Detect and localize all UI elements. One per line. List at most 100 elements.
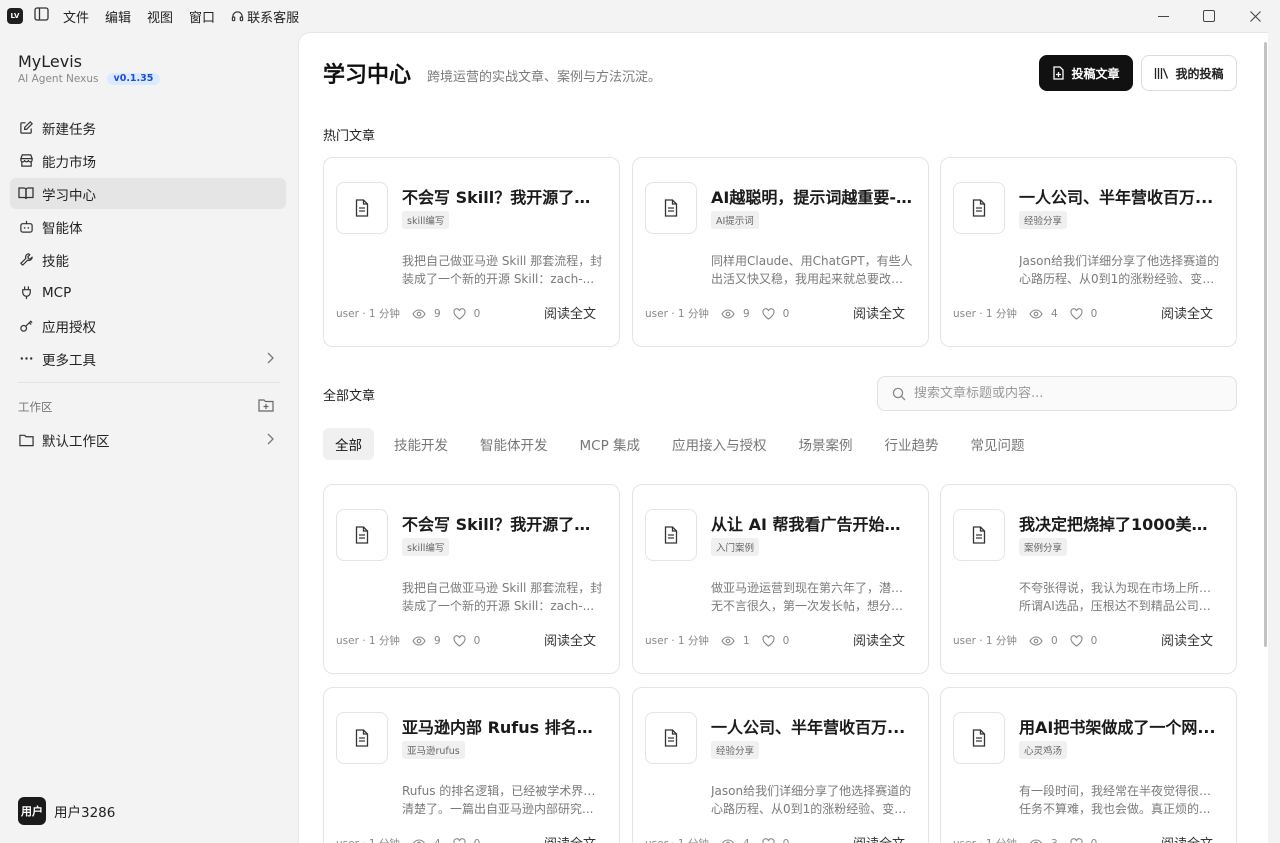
page-title: 学习中心 bbox=[323, 63, 412, 88]
article-excerpt: 有一段时间，我经常在半夜觉得很烦。 任务不算难，我也会做。真正烦的... bbox=[1019, 782, 1221, 818]
article-card[interactable]: 从让 AI 帮我看广告开始，... 入门案例 做亚马逊运营到现在第六年了，潜水知 无不… bbox=[632, 484, 929, 674]
heart-icon bbox=[453, 837, 470, 843]
read-more-link[interactable]: 阅读全文 bbox=[1161, 833, 1213, 843]
tab-all[interactable]: 全部 bbox=[323, 428, 374, 460]
article-meta: user · 1 分钟 9 0 bbox=[645, 306, 789, 321]
tab-mcp[interactable]: MCP 集成 bbox=[568, 428, 653, 460]
sidebar-item-mcp[interactable]: MCP bbox=[10, 277, 286, 308]
user-profile[interactable]: 用户 用户3286 bbox=[18, 797, 115, 825]
support-label: 联系客服 bbox=[247, 10, 300, 26]
support-menu[interactable]: 联系客服 bbox=[231, 7, 299, 26]
sidebar-item-new-task[interactable]: 新建任务 bbox=[10, 112, 286, 143]
article-title: 不会写 Skill？我开源了一个... bbox=[402, 188, 604, 207]
article-title: 我决定把烧掉了1000美金... bbox=[1019, 515, 1221, 534]
tab-skill-dev[interactable]: 技能开发 bbox=[382, 428, 460, 460]
maximize-button[interactable] bbox=[1186, 0, 1232, 32]
close-icon bbox=[1249, 10, 1261, 22]
sidebar-item-learning[interactable]: 学习中心 bbox=[10, 178, 286, 209]
workspace-item-default[interactable]: 默认工作区 bbox=[10, 424, 286, 455]
article-search[interactable] bbox=[877, 376, 1237, 411]
article-author: user · 1 分钟 bbox=[645, 635, 709, 647]
sidebar-item-market[interactable]: 能力市场 bbox=[10, 145, 286, 176]
like-count: 0 bbox=[782, 307, 790, 320]
article-card[interactable]: 一人公司、半年营收百万... 经验分享 Jason给我们详细分享了他选择赛道的 心路历… bbox=[632, 687, 929, 843]
sidebar-item-agents[interactable]: 智能体 bbox=[10, 211, 286, 242]
menu-edit[interactable]: 编辑 bbox=[105, 7, 131, 26]
article-excerpt: 不夸张得说，我认为现在市场上所有的 所谓AI选品，压根达不到精品公司的... bbox=[1019, 579, 1221, 615]
read-more-link[interactable]: 阅读全文 bbox=[1161, 630, 1213, 649]
main-content: 学习中心 跨境运营的实战文章、案例与方法沉淀。 投稿文章 我的投稿 热门文章 不… bbox=[298, 32, 1268, 843]
heart-icon bbox=[762, 307, 779, 320]
document-icon bbox=[645, 509, 697, 561]
sidebar-toggle-icon[interactable] bbox=[33, 7, 49, 25]
article-excerpt: 我把自己做亚马逊 Skill 那套流程，封 装成了一个新的开源 Skill：zac… bbox=[402, 579, 604, 615]
read-more-link[interactable]: 阅读全文 bbox=[1161, 303, 1213, 322]
excerpt-line: 做亚马逊运营到现在第六年了，潜水知 bbox=[711, 581, 913, 595]
eye-icon bbox=[721, 308, 739, 319]
read-more-link[interactable]: 阅读全文 bbox=[544, 303, 596, 322]
read-more-link[interactable]: 阅读全文 bbox=[853, 833, 905, 843]
read-more-link[interactable]: 阅读全文 bbox=[544, 833, 596, 843]
view-count: 0 bbox=[1050, 634, 1058, 647]
view-count: 1 bbox=[742, 634, 750, 647]
minimize-button[interactable] bbox=[1140, 0, 1186, 32]
minimize-icon bbox=[1157, 15, 1169, 17]
eye-icon bbox=[412, 635, 430, 646]
tab-cases[interactable]: 场景案例 bbox=[787, 428, 865, 460]
menu-file[interactable]: 文件 bbox=[63, 7, 89, 26]
article-card[interactable]: 我决定把烧掉了1000美金... 案例分享 不夸张得说，我认为现在市场上所有的 所谓A… bbox=[940, 484, 1237, 674]
view-count: 4 bbox=[743, 838, 750, 843]
sidebar-item-label: 应用授权 bbox=[42, 319, 96, 336]
scrollbar-thumb[interactable] bbox=[1264, 42, 1267, 647]
scrollbar-track[interactable] bbox=[1268, 32, 1280, 843]
read-more-link[interactable]: 阅读全文 bbox=[544, 630, 596, 649]
article-tag: 亚马逊rufus bbox=[402, 741, 465, 759]
article-tag: skill编写 bbox=[402, 538, 450, 556]
eye-icon bbox=[721, 838, 739, 843]
heart-icon bbox=[762, 837, 779, 843]
likes: 0 bbox=[1070, 838, 1098, 843]
page-subtitle: 跨境运营的实战文章、案例与方法沉淀。 bbox=[427, 70, 662, 85]
edit-icon bbox=[18, 120, 34, 136]
tab-agent-dev[interactable]: 智能体开发 bbox=[468, 428, 560, 460]
article-card[interactable]: 亚马逊内部 Rufus 排名机... 亚马逊rufus Rufus 的排名逻辑，已经… bbox=[323, 687, 620, 843]
add-workspace-button[interactable] bbox=[258, 397, 274, 416]
sidebar-item-more-tools[interactable]: 更多工具 bbox=[10, 343, 286, 374]
my-submissions-button[interactable]: 我的投稿 bbox=[1141, 55, 1237, 91]
app-logo: LV bbox=[7, 8, 23, 24]
article-meta: user · 1 分钟 0 0 bbox=[953, 633, 1097, 648]
article-card[interactable]: 用AI把书架做成了一个网... 心灵鸡汤 有一段时间，我经常在半夜觉得很烦。 任务不算… bbox=[940, 687, 1237, 843]
sidebar-divider bbox=[18, 382, 280, 383]
views: 0 bbox=[1029, 635, 1058, 647]
read-more-link[interactable]: 阅读全文 bbox=[853, 630, 905, 649]
excerpt-line: 心路历程、从0到1的涨粉经验、变现... bbox=[1019, 272, 1221, 286]
article-card[interactable]: 一人公司、半年营收百万... 经验分享 Jason给我们详细分享了他选择赛道的 心路历… bbox=[940, 157, 1237, 347]
tab-app-auth[interactable]: 应用接入与授权 bbox=[660, 428, 779, 460]
article-title: 亚马逊内部 Rufus 排名机... bbox=[402, 718, 604, 737]
document-icon bbox=[953, 509, 1005, 561]
document-icon bbox=[953, 182, 1005, 234]
close-button[interactable] bbox=[1232, 0, 1278, 32]
views: 1 bbox=[721, 635, 750, 647]
menu-window[interactable]: 窗口 bbox=[189, 7, 215, 26]
sidebar-item-skills[interactable]: 技能 bbox=[10, 244, 286, 275]
article-card[interactable]: 不会写 Skill？我开源了一个... skill编写 我把自己做亚马逊 Skill… bbox=[323, 157, 620, 347]
workspace-section-title: 工作区 bbox=[18, 400, 53, 414]
like-count: 0 bbox=[1091, 838, 1098, 843]
excerpt-line: Jason给我们详细分享了他选择赛道的 bbox=[1019, 254, 1220, 268]
tab-faq[interactable]: 常见问题 bbox=[959, 428, 1037, 460]
sidebar-item-authorization[interactable]: 应用授权 bbox=[10, 310, 286, 341]
menu-view[interactable]: 视图 bbox=[147, 7, 173, 26]
tab-trends[interactable]: 行业趋势 bbox=[873, 428, 951, 460]
likes: 0 bbox=[1070, 635, 1097, 647]
read-more-link[interactable]: 阅读全文 bbox=[853, 303, 905, 322]
likes: 0 bbox=[453, 837, 480, 843]
heart-icon bbox=[453, 634, 470, 647]
article-card[interactable]: AI越聪明，提示词越重要-... AI提示词 同样用Claude、用ChatGPT，… bbox=[632, 157, 929, 347]
view-count: 9 bbox=[433, 307, 441, 320]
search-input[interactable] bbox=[914, 386, 1214, 401]
article-card[interactable]: 不会写 Skill？我开源了一个... skill编写 我把自己做亚马逊 Skill… bbox=[323, 484, 620, 674]
excerpt-line: 有一段时间，我经常在半夜觉得很烦。 bbox=[1019, 784, 1221, 798]
views: 4 bbox=[721, 838, 750, 843]
submit-article-button[interactable]: 投稿文章 bbox=[1039, 55, 1133, 91]
